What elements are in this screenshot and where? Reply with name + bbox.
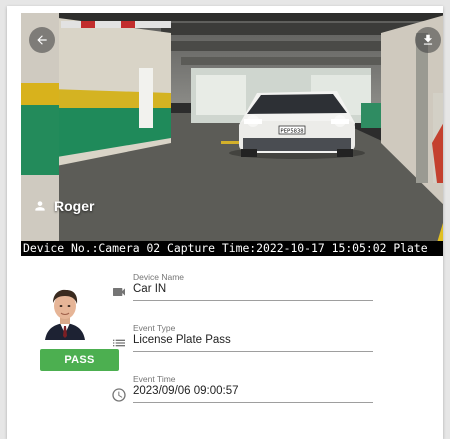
capture-caption: Device No.:Camera 02 Capture Time:2022-1… [21,241,443,256]
device-name-label: Device Name [133,272,185,282]
person-tag: Roger [33,198,94,214]
field-underline [133,351,373,352]
capture-photo: PEP5838 Roger Device No.:Camera 02 Captu… [21,13,443,256]
status-badge: PASS [40,349,119,371]
plate-text: PEP5838 [280,129,303,135]
face-photo [41,286,89,340]
garage-scene-image: PEP5838 [21,13,443,256]
event-time-value: 2023/09/06 09:00:57 [133,385,239,397]
download-button[interactable] [415,27,441,53]
person-name: Roger [54,198,95,214]
clock-icon [112,388,126,402]
list-icon [113,339,125,347]
avatar [41,286,89,340]
event-type-label: Event Type [133,323,176,333]
arrow-back-icon [37,35,47,45]
device-name-value: Car IN [133,283,167,295]
field-underline [133,402,373,403]
download-icon [423,34,433,45]
field-underline [133,300,373,301]
videocam-icon [113,288,125,296]
event-detail-card: PEP5838 Roger Device No.:Camera 02 Captu… [7,6,443,439]
event-type-value: License Plate Pass [133,334,231,346]
event-time-label: Event Time [133,374,176,384]
person-icon [35,201,45,211]
back-button[interactable] [29,27,55,53]
